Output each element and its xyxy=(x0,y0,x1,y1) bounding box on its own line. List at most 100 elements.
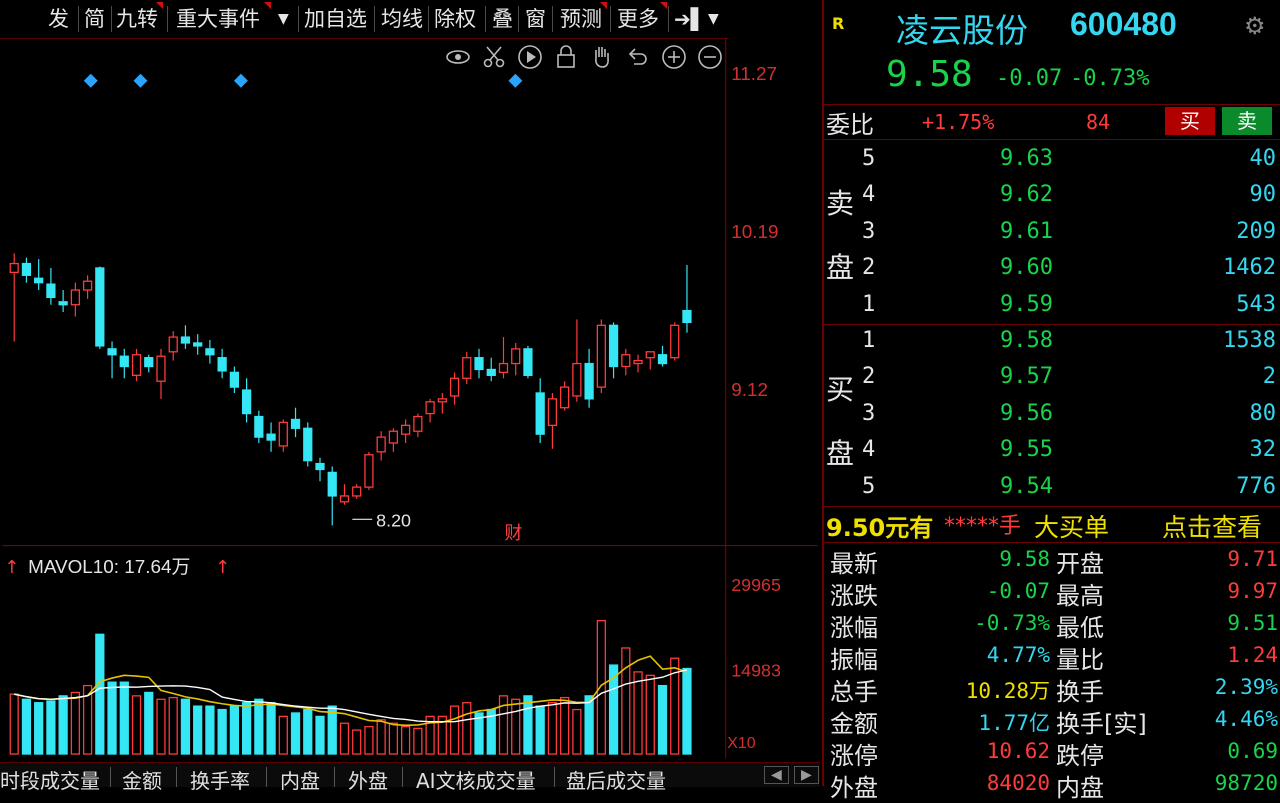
major-events-dropdown-icon[interactable]: ▼ xyxy=(278,4,289,34)
toolbar-fa-button[interactable]: 发 xyxy=(48,4,69,34)
toolbar-ma-button[interactable]: 均线 xyxy=(381,4,423,34)
candle-body xyxy=(352,486,362,497)
zoom-out-icon[interactable] xyxy=(697,44,723,70)
candle-body xyxy=(278,421,288,447)
lock-icon[interactable] xyxy=(553,44,579,70)
kline-chart[interactable]: 8.20 财 11.27 10.19 9.12 29965 14983 X10 … xyxy=(0,38,820,758)
sell-volume: 543 xyxy=(1236,291,1276,317)
tab-turnover[interactable]: 换手率 xyxy=(190,765,250,794)
sell-book-row[interactable]: 3 9.61 209 xyxy=(824,217,1280,251)
tab-after-hours-volume[interactable]: 盘后成交量 xyxy=(566,765,666,794)
stat-value: 9.71 xyxy=(1227,547,1278,571)
candle-body xyxy=(58,301,68,306)
event-marker-icon[interactable] xyxy=(508,73,523,88)
buy-level: 1 xyxy=(862,328,876,353)
hand-icon[interactable] xyxy=(589,44,615,70)
volume-bar xyxy=(46,700,56,755)
candle-body xyxy=(229,371,239,388)
candle-body xyxy=(180,336,191,344)
toolbar-add-watchlist-button[interactable]: 加自选 xyxy=(304,4,367,34)
stat-value: 98720 xyxy=(1214,771,1278,795)
expand-panel-icon[interactable]: ➔▌ xyxy=(674,4,706,34)
volume-bar xyxy=(217,708,227,755)
toolbar-more-button[interactable]: 更多 xyxy=(617,4,659,34)
candle-body xyxy=(95,267,105,347)
play-icon[interactable] xyxy=(517,44,543,70)
event-marker-icon[interactable] xyxy=(233,73,248,88)
volume-bar xyxy=(560,696,570,755)
undo-icon[interactable] xyxy=(625,44,651,70)
candle-body xyxy=(560,386,570,409)
scissors-icon[interactable] xyxy=(481,44,507,70)
sell-button[interactable]: 卖 xyxy=(1222,107,1272,135)
buy-book-row[interactable]: 4 9.55 32 xyxy=(824,435,1280,469)
volume-bar xyxy=(254,698,264,755)
candle-body xyxy=(413,415,423,432)
settings-gear-icon[interactable]: ⚙ xyxy=(1244,12,1274,40)
scroll-right-icon[interactable]: ▶ xyxy=(794,766,819,784)
scroll-left-icon[interactable]: ◀ xyxy=(764,766,789,784)
tab-period-volume[interactable]: 时段成交量 xyxy=(0,765,100,794)
buy-book-row[interactable]: 3 9.56 80 xyxy=(824,399,1280,433)
mavol-indicator-label: MAVOL10: 17.64万 xyxy=(28,557,190,578)
stock-code: 600480 xyxy=(1070,6,1177,42)
event-marker-icon[interactable] xyxy=(83,73,98,88)
toolbar-exright-button[interactable]: 除权 xyxy=(434,4,476,34)
buy-book-row[interactable]: 5 9.54 776 xyxy=(824,472,1280,506)
sell-level: 1 xyxy=(862,291,876,317)
volume-bar xyxy=(364,726,374,755)
toolbar-overlay-button[interactable]: 叠 xyxy=(492,4,513,34)
divider xyxy=(824,139,1280,140)
candle-body xyxy=(193,342,203,347)
buy-volume: 2 xyxy=(1262,364,1276,390)
tab-outer-volume[interactable]: 外盘 xyxy=(348,765,388,794)
stat-label: 最高 xyxy=(1056,582,1104,610)
volume-bar xyxy=(511,698,521,755)
toolbar-jian-button[interactable]: 简 xyxy=(84,4,105,34)
tab-ai-volume[interactable]: AI文核成交量 xyxy=(416,765,536,794)
buy-book-row[interactable]: 2 9.57 2 xyxy=(824,362,1280,396)
volume-bar xyxy=(131,695,142,755)
buy-price: 9.55 xyxy=(1000,437,1053,463)
sell-book-row[interactable]: 5 9.63 40 xyxy=(824,144,1280,178)
candle-body xyxy=(217,357,227,372)
candle-body xyxy=(266,433,276,441)
event-marker-icon[interactable] xyxy=(133,73,148,88)
tab-amount[interactable]: 金额 xyxy=(122,765,162,794)
finance-report-marker[interactable]: 财 xyxy=(504,523,522,544)
volume-bar xyxy=(119,681,129,755)
toolbar-forecast-button[interactable]: 预测 xyxy=(560,4,602,34)
sell-book-row[interactable]: 1 9.59 543 xyxy=(824,290,1280,324)
eye-icon[interactable] xyxy=(445,44,471,70)
toolbar-divider xyxy=(167,6,168,32)
buy-button[interactable]: 买 xyxy=(1165,107,1215,135)
volume-bar xyxy=(621,647,631,755)
zoom-in-icon[interactable] xyxy=(661,44,687,70)
more-dropdown-icon[interactable]: ▼ xyxy=(708,4,719,34)
candle-body xyxy=(633,359,643,365)
stat-value: 9.58 xyxy=(999,547,1050,571)
sell-price: 9.62 xyxy=(1000,182,1053,208)
volume-bar xyxy=(376,719,386,755)
volume-bar xyxy=(449,705,460,755)
volume-bar xyxy=(413,727,423,755)
candle-body xyxy=(168,336,178,353)
buy-book-row[interactable]: 1 9.58 1538 xyxy=(824,326,1280,360)
sell-book-row[interactable]: 4 9.62 90 xyxy=(824,180,1280,214)
price-axis-label-low: 9.12 xyxy=(731,380,768,401)
toolbar-jiuzhuan-button[interactable]: 九转 xyxy=(116,4,158,34)
buy-level: 5 xyxy=(862,473,876,499)
toolbar-major-events-button[interactable]: 重大事件 xyxy=(176,4,260,34)
tab-inner-volume[interactable]: 内盘 xyxy=(280,765,320,794)
buy-volume: 776 xyxy=(1236,473,1276,499)
toolbar-window-button[interactable]: 窗 xyxy=(525,4,546,34)
candle-body xyxy=(34,277,44,284)
order-diff-value: 84 xyxy=(1086,110,1111,134)
mavol-up-arrow-icon: ↑ xyxy=(215,557,230,578)
toolbar-divider xyxy=(111,6,112,32)
sell-book-row[interactable]: 2 9.60 1462 xyxy=(824,253,1280,287)
candle-body xyxy=(315,462,325,471)
stat-label: 涨停 xyxy=(830,742,878,770)
view-big-orders-link[interactable]: 点击查看 xyxy=(1162,508,1280,544)
candle-body xyxy=(498,362,509,374)
